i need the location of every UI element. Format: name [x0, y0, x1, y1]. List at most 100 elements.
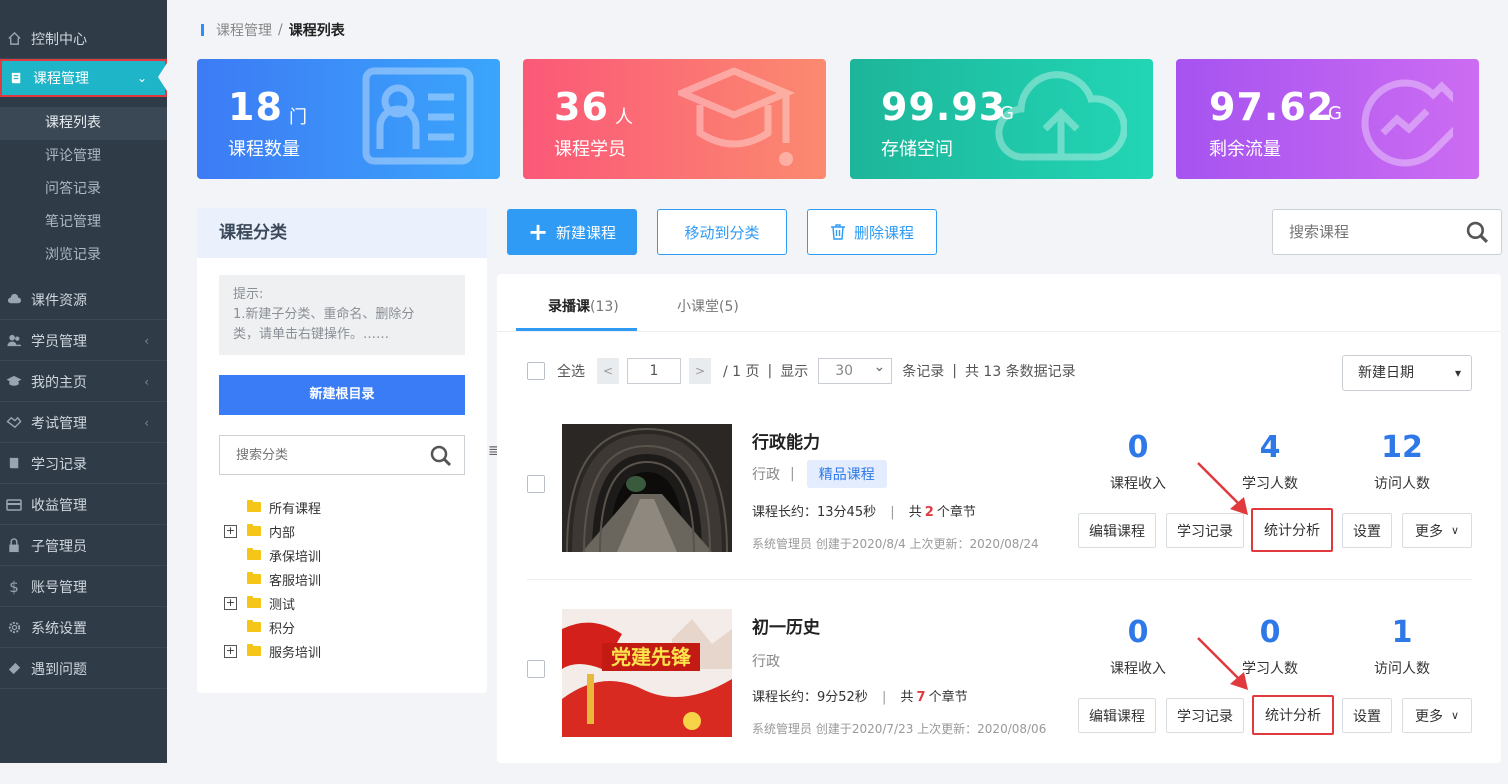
chapters-suffix: 个章节 [928, 690, 968, 705]
course-title[interactable]: 初一历史 [752, 613, 820, 638]
expand-toggle[interactable]: + [224, 596, 237, 610]
course-thumbnail[interactable]: 党建先锋 [562, 609, 732, 737]
sidebar-item-homepage[interactable]: 我的主页 ‹ [0, 362, 167, 402]
sort-select[interactable]: 新建日期 ▾ [1342, 355, 1472, 391]
select-all-checkbox[interactable] [527, 362, 545, 380]
new-course-button[interactable]: + 新建课程 [507, 209, 637, 255]
new-course-label: 新建课程 [556, 223, 617, 242]
expand-toggle[interactable]: + [224, 524, 237, 538]
page-input[interactable]: 1 [627, 358, 681, 384]
sidebar-item-study-records[interactable]: 学习记录 [0, 444, 167, 484]
expand-toggle[interactable]: + [224, 644, 237, 658]
expand-toggle: + [224, 501, 237, 514]
category-tip: 提示: 1.新建子分类、重命名、删除分 类，请单击右键操作。…… [219, 275, 465, 355]
study-records-button[interactable]: 学习记录 [1166, 698, 1244, 733]
prev-page-button[interactable]: < [597, 358, 619, 384]
tab-recorded[interactable]: 录播课(13) [548, 296, 619, 316]
stats-analysis-button[interactable]: 统计分析 [1251, 508, 1333, 552]
metric-value: 12 [1381, 430, 1423, 465]
chapter-count: 7 [916, 690, 926, 705]
annotation-arrow [1197, 462, 1248, 515]
course-checkbox[interactable] [527, 660, 545, 678]
pager-separator: | [767, 363, 773, 379]
handshake-icon [6, 415, 22, 431]
course-thumbnail[interactable] [562, 424, 732, 552]
sidebar-subitem-course-list[interactable]: 课程列表 [0, 107, 167, 140]
sidebar-item-label: 收益管理 [31, 497, 87, 514]
settings-button[interactable]: 设置 [1342, 513, 1392, 548]
sidebar-item-course-management[interactable]: 课程管理 ⌄ [0, 59, 167, 97]
sidebar-subitem-qa[interactable]: 问答记录 [0, 173, 167, 206]
course-search-input[interactable] [1273, 210, 1453, 254]
move-to-category-button[interactable]: 移动到分类 [657, 209, 787, 255]
page-size-select[interactable]: 30 [818, 355, 893, 384]
folder-icon [247, 500, 261, 512]
sidebar-item-label: 系统设置 [31, 620, 87, 637]
stat-value: 18 [228, 85, 283, 129]
tree-item-points[interactable]: + 积分 [224, 616, 295, 638]
next-page-button[interactable]: > [689, 358, 711, 384]
tree-item-test[interactable]: + 测试 [224, 592, 295, 614]
course-title[interactable]: 行政能力 [752, 428, 820, 453]
search-icon[interactable] [1466, 221, 1489, 248]
folder-icon [247, 524, 261, 536]
stat-card-traffic: 97.62 G 剩余流量 [1176, 59, 1479, 179]
search-icon[interactable] [430, 445, 452, 471]
row-divider [527, 579, 1472, 580]
category-title: 课程分类 [197, 208, 487, 258]
breadcrumb: 课程管理 / 课程列表 [201, 20, 345, 40]
course-meta: 系统管理员 创建于2020/7/23 上次更新：2020/08/06 [752, 722, 1047, 736]
tree-item-underwriting[interactable]: + 承保培训 [224, 544, 321, 566]
sidebar-item-sub-admins[interactable]: 子管理员 [0, 526, 167, 566]
sidebar-item-accounts[interactable]: $ 账号管理 [0, 567, 167, 607]
plus-icon: + [527, 218, 549, 246]
sidebar-subitem-notes[interactable]: 笔记管理 [0, 206, 167, 239]
sidebar-subitem-comments[interactable]: 评论管理 [0, 140, 167, 173]
tree-item-label: 测试 [269, 597, 296, 613]
book-icon [8, 70, 24, 86]
metric-value: 0 [1127, 430, 1149, 465]
tip-line: 提示: [233, 287, 264, 302]
active-indicator [158, 63, 167, 91]
course-checkbox[interactable] [527, 475, 545, 493]
expand-toggle: + [224, 573, 237, 586]
pagination-bar: 全选 < 1 > / 1 页 | 显示 30 条记录 | 共 13 条数据记录 [527, 355, 1076, 385]
settings-button[interactable]: 设置 [1342, 698, 1392, 733]
edit-course-button[interactable]: 编辑课程 [1078, 513, 1156, 548]
sidebar-item-settings[interactable]: 系统设置 [0, 608, 167, 648]
category-search [219, 435, 465, 475]
delete-course-button[interactable]: 删除课程 [807, 209, 937, 255]
breadcrumb-marker [201, 24, 204, 36]
sidebar-item-earnings[interactable]: 收益管理 [0, 485, 167, 525]
tree-item-service-training[interactable]: + 服务培训 [224, 640, 321, 662]
stat-card-courses: 18 门 课程数量 [197, 59, 500, 179]
edit-course-button[interactable]: 编辑课程 [1078, 698, 1156, 733]
tab-small-class[interactable]: 小课堂(5) [677, 296, 739, 316]
tree-item-customer-service[interactable]: + 客服培训 [224, 568, 321, 590]
sidebar-item-label: 学习记录 [31, 456, 87, 473]
delete-course-label: 删除课程 [853, 223, 914, 242]
folder-icon [247, 644, 261, 656]
new-root-button[interactable]: 新建根目录 [219, 375, 465, 415]
category-search-input[interactable] [220, 436, 420, 474]
lock-icon [6, 538, 22, 554]
tree-item-label: 服务培训 [269, 645, 322, 661]
breadcrumb-parent[interactable]: 课程管理 [216, 20, 272, 40]
sidebar-item-help[interactable]: 遇到问题 [0, 649, 167, 689]
tree-item-all-courses[interactable]: + 所有课程 [224, 496, 321, 518]
stats-analysis-button[interactable]: 统计分析 [1252, 695, 1334, 735]
sidebar-item-dashboard[interactable]: 控制中心 [0, 19, 167, 59]
more-button[interactable]: 更多 ∨ [1402, 513, 1472, 548]
sidebar-subitem-browse[interactable]: 浏览记录 [0, 239, 167, 272]
home-icon [6, 31, 22, 47]
sidebar-item-students[interactable]: 学员管理 ‹ [0, 321, 167, 361]
metric-label: 课程收入 [1110, 476, 1166, 492]
tab-label: 录播课 [548, 299, 590, 315]
tree-item-label: 客服培训 [269, 573, 322, 589]
expand-toggle: + [224, 621, 237, 634]
more-button[interactable]: 更多 ∨ [1402, 698, 1472, 733]
gear-icon [6, 620, 22, 636]
sidebar-item-exams[interactable]: 考试管理 ‹ [0, 403, 167, 443]
tree-item-internal[interactable]: + 内部 [224, 520, 295, 542]
sidebar-item-courseware[interactable]: 课件资源 [0, 280, 167, 320]
